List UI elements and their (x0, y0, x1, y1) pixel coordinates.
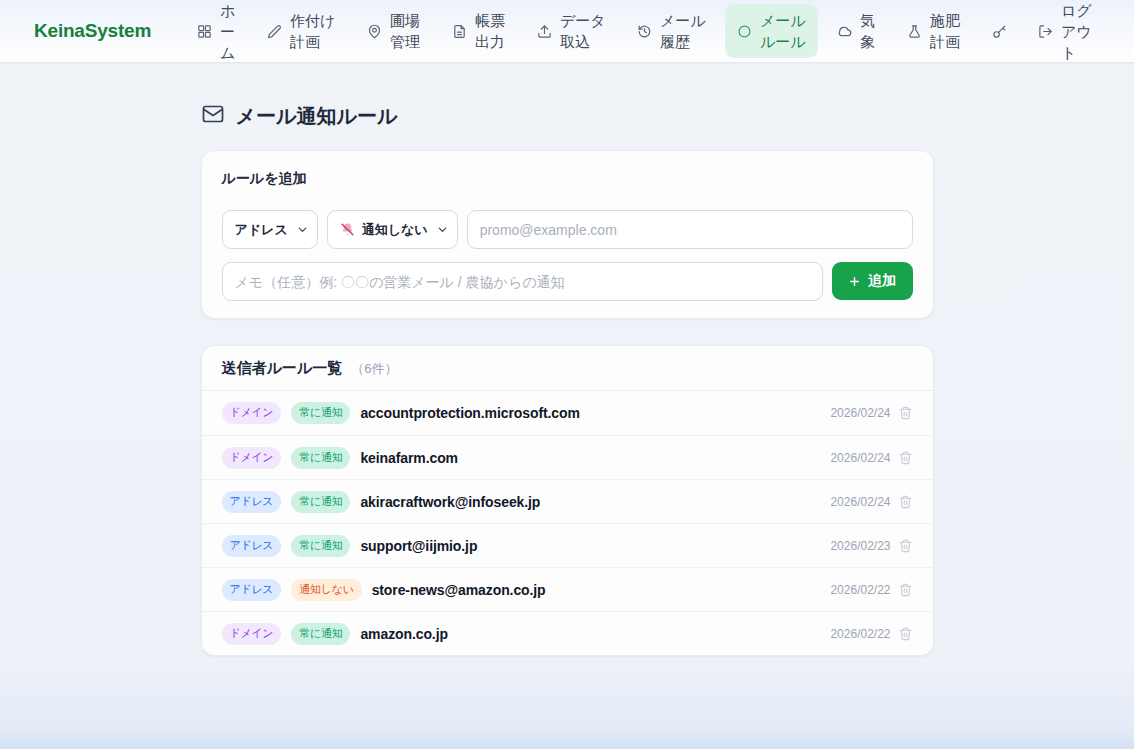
document-icon (452, 24, 467, 39)
rule-date: 2026/02/23 (830, 539, 890, 553)
rule-type-badge: ドメイン (222, 623, 282, 645)
nav-item-field-management[interactable]: 圃場管理 (355, 4, 433, 58)
top-nav: KeinaSystem ホーム 作付け計画 圃場管理 帳票出力 データ取込 メー… (0, 0, 1134, 63)
delete-rule-button[interactable] (898, 494, 913, 510)
rule-row: アドレス 常に通知 akiracraftwork@infoseek.jp 202… (202, 479, 933, 523)
rule-type-badge: ドメイン (222, 402, 282, 424)
nav-item-data-import[interactable]: データ取込 (525, 4, 618, 58)
rule-type-select[interactable]: アドレス (222, 210, 318, 249)
delete-rule-button[interactable] (898, 450, 913, 466)
delete-rule-button[interactable] (898, 405, 913, 421)
page-title-text: メール通知ルール (236, 103, 398, 130)
rules-list-header: 送信者ルール一覧 （6件） (202, 346, 933, 391)
rule-action-select[interactable]: 通知しない (327, 210, 458, 249)
pencil-icon (267, 24, 282, 39)
history-icon (637, 24, 652, 39)
app-logo[interactable]: KeinaSystem (34, 20, 151, 42)
rule-action-badge: 通知しない (291, 579, 361, 601)
rule-action-select-value: 通知しない (362, 221, 428, 239)
nav-item-mail-rules[interactable]: メールルール (725, 4, 818, 58)
delete-rule-button[interactable] (898, 582, 913, 598)
nav-items: ホーム 作付け計画 圃場管理 帳票出力 データ取込 メール履歴 メールルール 気… (185, 0, 1104, 69)
rule-date: 2026/02/24 (830, 406, 890, 420)
flask-icon (907, 24, 922, 39)
pin-icon (367, 24, 382, 39)
rule-row: アドレス 常に通知 support@iijmio.jp 2026/02/23 (202, 523, 933, 567)
rule-row: ドメイン 常に通知 amazon.co.jp 2026/02/22 (202, 611, 933, 655)
add-rule-button[interactable]: 追加 (832, 262, 913, 300)
rules-list-card: 送信者ルール一覧 （6件） ドメイン 常に通知 accountprotectio… (201, 345, 934, 656)
memo-input[interactable] (222, 262, 823, 301)
grid-icon (197, 24, 212, 39)
rule-value: accountprotection.microsoft.com (360, 405, 579, 421)
page: KeinaSystem ホーム 作付け計画 圃場管理 帳票出力 データ取込 メー… (0, 0, 1134, 749)
nav-item-planting-plan[interactable]: 作付け計画 (255, 4, 348, 58)
nav-item-home[interactable]: ホーム (185, 0, 248, 69)
rule-action-badge: 常に通知 (291, 623, 350, 645)
rules-list-title: 送信者ルール一覧 (222, 359, 343, 378)
rules-list-count: （6件） (351, 360, 397, 378)
page-title: メール通知ルール (201, 102, 934, 130)
delete-rule-button[interactable] (898, 626, 913, 642)
rule-date: 2026/02/24 (830, 451, 890, 465)
rule-type-badge: アドレス (222, 491, 282, 513)
rule-date: 2026/02/22 (830, 627, 890, 641)
rule-action-badge: 常に通知 (291, 491, 350, 513)
rules-list-rows: ドメイン 常に通知 accountprotection.microsoft.co… (202, 391, 933, 655)
add-rule-card: ルールを追加 アドレス 通知しない (201, 150, 934, 319)
rule-type-badge: アドレス (222, 579, 282, 601)
plus-icon (848, 275, 861, 288)
rule-value: store-news@amazon.co.jp (372, 582, 546, 598)
rule-type-badge: ドメイン (222, 447, 282, 469)
rule-date: 2026/02/22 (830, 583, 890, 597)
rule-type-badge: アドレス (222, 535, 282, 557)
cloud-icon (837, 24, 852, 39)
rule-value: akiracraftwork@infoseek.jp (360, 494, 540, 510)
nav-item-key[interactable] (980, 18, 1019, 45)
logout-icon (1038, 24, 1053, 39)
upload-icon (537, 24, 552, 39)
nav-item-mail-history[interactable]: メール履歴 (625, 4, 718, 58)
key-icon (992, 24, 1007, 39)
add-rule-heading: ルールを追加 (222, 170, 913, 188)
rule-action-badge: 常に通知 (291, 535, 350, 557)
rule-type-select-value: アドレス (235, 221, 288, 239)
rule-value: keinafarm.com (360, 450, 458, 466)
address-input[interactable] (467, 210, 913, 249)
main: メール通知ルール ルールを追加 アドレス 通知しない (0, 63, 1134, 749)
chevron-down-icon (297, 224, 308, 235)
add-rule-button-label: 追加 (868, 272, 896, 290)
chevron-down-icon (437, 224, 448, 235)
rule-value: amazon.co.jp (360, 626, 447, 642)
rule-row: アドレス 通知しない store-news@amazon.co.jp 2026/… (202, 567, 933, 611)
rule-row: ドメイン 常に通知 keinafarm.com 2026/02/24 (202, 435, 933, 479)
bell-off-icon (340, 222, 355, 237)
mail-icon (201, 102, 225, 130)
rule-row: ドメイン 常に通知 accountprotection.microsoft.co… (202, 391, 933, 435)
rule-date: 2026/02/24 (830, 495, 890, 509)
delete-rule-button[interactable] (898, 538, 913, 554)
rule-value: support@iijmio.jp (360, 538, 477, 554)
nav-item-report-output[interactable]: 帳票出力 (440, 4, 518, 58)
rule-action-badge: 常に通知 (291, 447, 350, 469)
nav-item-fertilization-plan[interactable]: 施肥計画 (895, 4, 973, 58)
circle-icon (737, 24, 752, 39)
nav-item-logout[interactable]: ログアウト (1026, 0, 1104, 69)
rule-action-badge: 常に通知 (291, 402, 350, 424)
nav-item-weather[interactable]: 気象 (825, 4, 888, 58)
